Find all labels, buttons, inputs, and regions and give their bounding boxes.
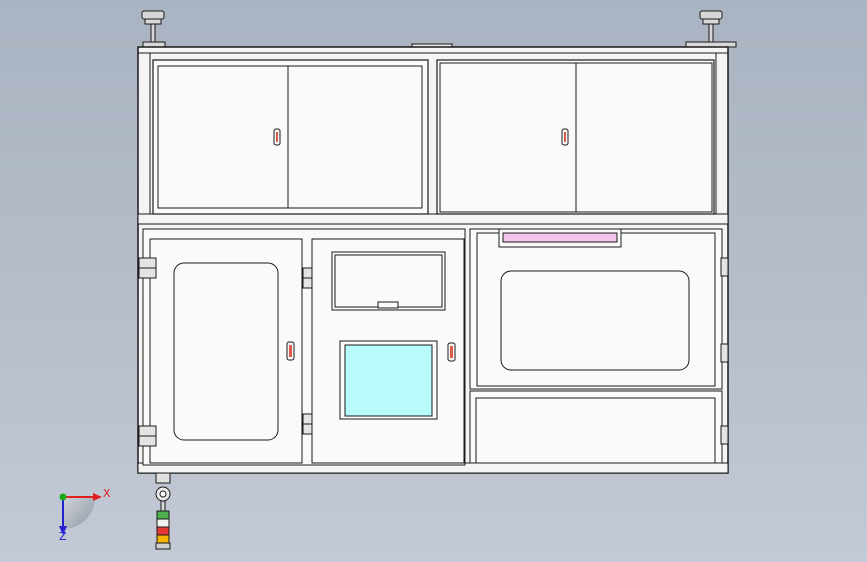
right-lower-drawer xyxy=(469,390,723,464)
stack-light-icon xyxy=(155,472,171,550)
upper-right-cabinet xyxy=(436,59,715,215)
leveling-foot-icon xyxy=(685,10,737,48)
pink-indicator-bar xyxy=(498,228,622,248)
right-upper-chamber xyxy=(469,228,723,390)
axis-z-label: Z xyxy=(59,530,67,543)
handle-icon xyxy=(564,132,566,142)
upper-left-cabinet xyxy=(152,59,429,215)
axis-x-label: X xyxy=(103,487,111,500)
handle-icon xyxy=(450,346,453,358)
axis-triad-icon xyxy=(59,493,102,535)
handle-icon xyxy=(276,132,278,142)
cad-drawing: X Z xyxy=(59,10,737,550)
hmi-display[interactable] xyxy=(339,340,438,420)
handle-icon xyxy=(289,345,292,357)
middle-rail xyxy=(137,213,729,225)
leveling-foot-icon xyxy=(141,10,166,48)
